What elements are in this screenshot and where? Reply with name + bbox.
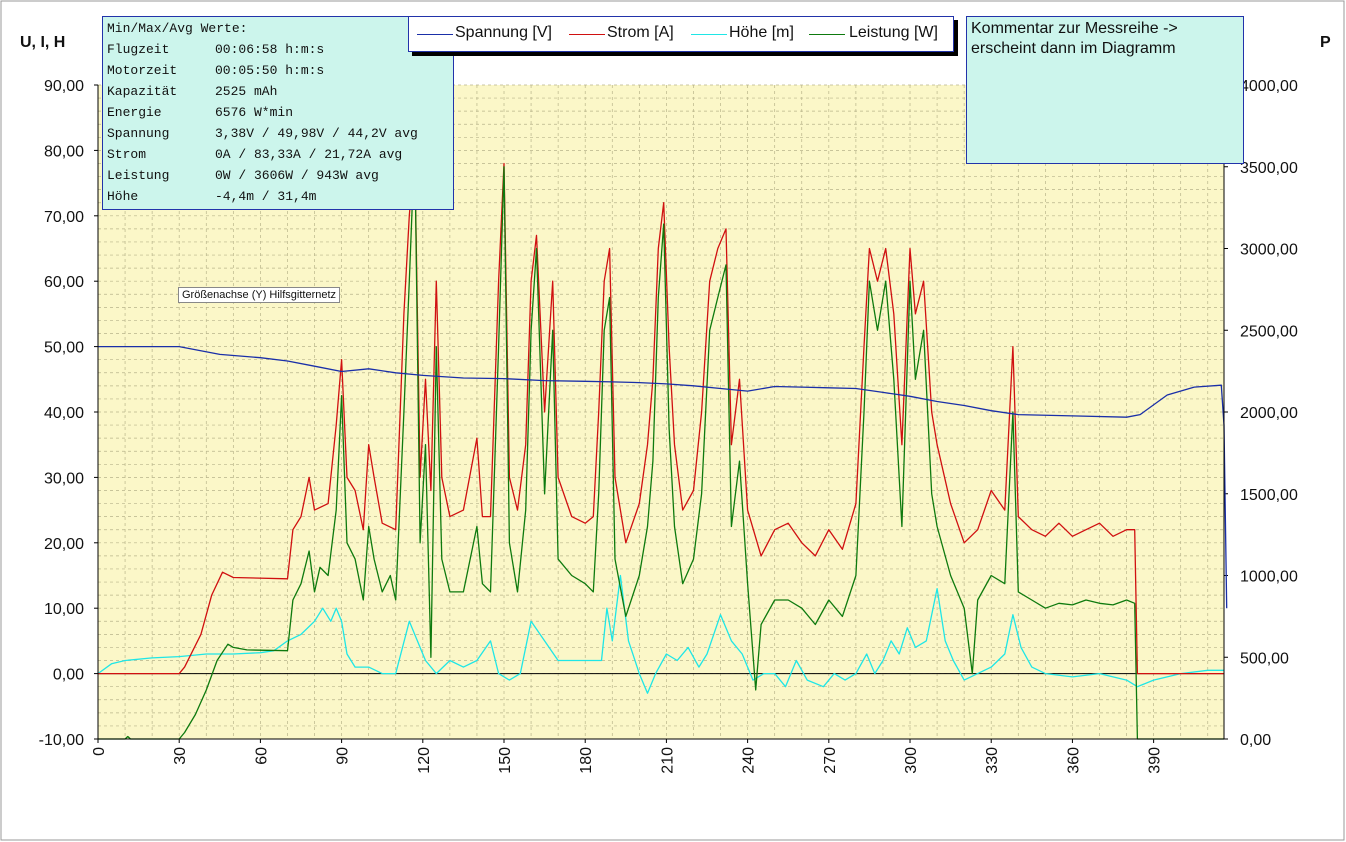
x-tick-label: 150 [497, 747, 514, 774]
stats-key: Spannung [107, 126, 170, 141]
right-tick-label: 1000,00 [1240, 569, 1298, 586]
legend-item-leistung: Leistung [W] [849, 24, 938, 41]
left-tick-label: 60,00 [44, 274, 84, 291]
x-tick-label: 120 [416, 747, 433, 774]
left-tick-label: 30,00 [44, 470, 84, 487]
stats-row: Motorzeit 00:05:50 h:m:s [107, 63, 324, 78]
right-axis-title: P [1320, 34, 1331, 51]
stats-value: 3,38V / 49,98V / 44,2V avg [215, 126, 418, 141]
x-tick-label: 0 [91, 747, 108, 756]
comment-line: Kommentar zur Messreihe -> [971, 20, 1178, 37]
legend-swatch-strom [569, 34, 605, 35]
stats-title: Min/Max/Avg Werte: [107, 21, 248, 36]
stats-value: 00:06:58 h:m:s [215, 42, 325, 57]
stats-value: 0A / 83,33A / 21,72A avg [215, 147, 403, 162]
stats-row: Energie 6576 W*min [107, 105, 293, 120]
x-tick-label: 330 [984, 747, 1001, 774]
left-tick-label: 50,00 [44, 340, 84, 357]
left-tick-label: 90,00 [44, 78, 84, 95]
legend-swatch-spannung [417, 34, 453, 35]
stats-row: Flugzeit 00:06:58 h:m:s [107, 42, 324, 57]
stats-row: Spannung 3,38V / 49,98V / 44,2V avg [107, 126, 418, 141]
x-tick-label: 30 [172, 747, 189, 765]
left-tick-label: 70,00 [44, 209, 84, 226]
stats-row: Strom 0A / 83,33A / 21,72A avg [107, 147, 402, 162]
x-tick-label: 180 [578, 747, 595, 774]
right-tick-label: 500,00 [1240, 650, 1289, 667]
left-tick-label: 20,00 [44, 536, 84, 553]
stats-value: 00:05:50 h:m:s [215, 63, 325, 78]
legend-item-strom: Strom [A] [607, 24, 674, 41]
stats-row: Höhe -4,4m / 31,4m [107, 189, 316, 204]
right-tick-label: 4000,00 [1240, 78, 1298, 95]
x-tick-label: 60 [253, 747, 270, 765]
stats-box: Min/Max/Avg Werte: Flugzeit 00:06:58 h:m:… [102, 16, 454, 210]
left-tick-label: 80,00 [44, 143, 84, 160]
left-tick-label: 0,00 [53, 667, 84, 684]
left-tick-label: 40,00 [44, 405, 84, 422]
stats-key: Motorzeit [107, 63, 178, 78]
stats-value: 6576 W*min [215, 105, 294, 120]
x-tick-label: 300 [903, 747, 920, 774]
right-tick-label: 1500,00 [1240, 487, 1298, 504]
right-tick-label: 2500,00 [1240, 323, 1298, 340]
stats-key: Strom [107, 147, 147, 162]
right-tick-label: 3000,00 [1240, 242, 1298, 259]
stats-value: 0W / 3606W / 943W avg [215, 168, 379, 183]
legend-swatch-hoehe [691, 34, 727, 35]
legend-item-hoehe: Höhe [m] [729, 24, 794, 41]
left-axis-title: U, I, H [20, 34, 66, 51]
left-tick-label: 10,00 [44, 601, 84, 618]
x-tick-label: 240 [741, 747, 758, 774]
x-tick-label: 360 [1065, 747, 1082, 774]
stats-value: -4,4m / 31,4m [215, 189, 317, 204]
right-tick-label: 3500,00 [1240, 160, 1298, 177]
comment-line: erscheint dann im Diagramm [971, 40, 1176, 57]
legend-item-spannung: Spannung [V] [455, 24, 552, 41]
x-tick-label: 270 [822, 747, 839, 774]
stats-row: Kapazität 2525 mAh [107, 84, 277, 99]
right-tick-label: 0,00 [1240, 732, 1271, 749]
right-tick-label: 2000,00 [1240, 405, 1298, 422]
stats-key: Kapazität [107, 84, 178, 99]
comment-box[interactable]: Kommentar zur Messreihe -> erscheint dan… [966, 16, 1244, 164]
stats-row: Leistung 0W / 3606W / 943W avg [107, 168, 379, 183]
legend[interactable]: Spannung [V] Strom [A] Höhe [m] Leistung… [408, 16, 954, 52]
tooltip: Größenachse (Y) Hilfsgitternetz [178, 287, 341, 303]
x-tick-label: 390 [1147, 747, 1164, 774]
x-tick-label: 210 [659, 747, 676, 774]
x-tick-label: 90 [335, 747, 352, 765]
stats-key: Leistung [107, 168, 170, 183]
stats-key: Höhe [107, 189, 139, 204]
left-tick-label: -10,00 [39, 732, 84, 749]
stats-key: Flugzeit [107, 42, 170, 57]
stats-value: 2525 mAh [215, 84, 278, 99]
stats-key: Energie [107, 105, 162, 120]
legend-swatch-leistung [809, 34, 845, 35]
